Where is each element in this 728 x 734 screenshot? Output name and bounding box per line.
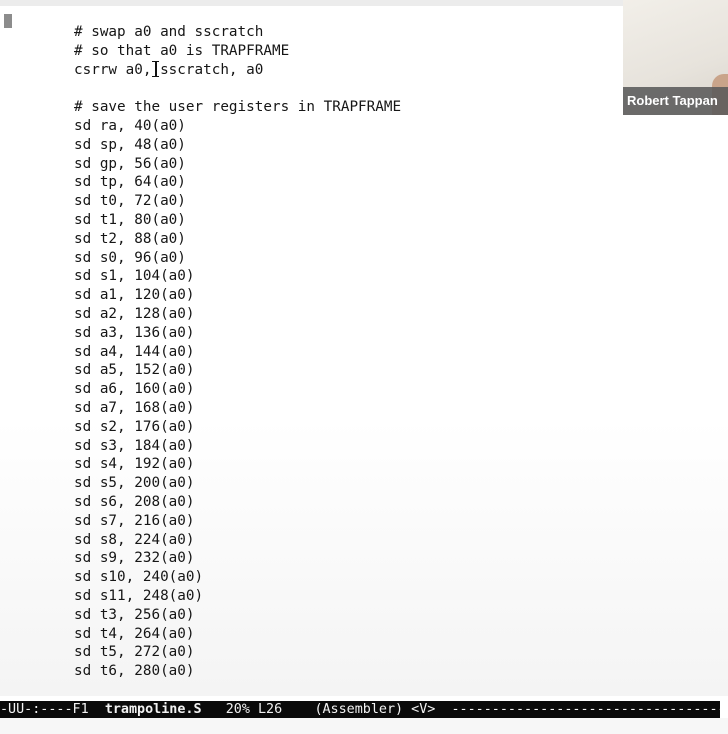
code-line: sd s1, 104(a0) <box>74 268 195 285</box>
code-line: sd s0, 96(a0) <box>74 249 186 266</box>
code-line: sd a2, 128(a0) <box>74 305 195 322</box>
code-line: sd s4, 192(a0) <box>74 456 195 473</box>
code-line: sd a5, 152(a0) <box>74 362 195 379</box>
code-line: sd t5, 272(a0) <box>74 644 195 661</box>
mode-line-buffer-name[interactable]: trampoline.S <box>105 702 202 717</box>
code-line: sd a1, 120(a0) <box>74 287 195 304</box>
code-line: # save the user registers in TRAPFRAME <box>74 99 402 116</box>
mouse-ibeam-cursor <box>152 60 159 78</box>
code-lines: # swap a0 and sscratch # so that a0 is TR… <box>74 23 401 681</box>
code-line: sd s5, 200(a0) <box>74 475 195 492</box>
code-line: sd s7, 216(a0) <box>74 512 195 529</box>
code-line: sd a3, 136(a0) <box>74 324 195 341</box>
fringe-cursor-block <box>4 14 12 28</box>
mode-line-position: 20% L26 <box>201 702 315 717</box>
code-line: sd t4, 264(a0) <box>74 625 195 642</box>
code-line: # so that a0 is TRAPFRAME <box>74 42 290 59</box>
webcam-name-bar: Robert Tappan <box>623 87 728 115</box>
code-line: sd t1, 80(a0) <box>74 211 186 228</box>
code-line: sd s2, 176(a0) <box>74 418 195 435</box>
code-line: # swap a0 and sscratch <box>74 24 264 40</box>
minibuffer[interactable] <box>0 718 728 734</box>
mode-line-fill: ----------------------------------------… <box>451 702 720 717</box>
code-line: csrrw a0, sscratch, a0 <box>74 61 264 78</box>
code-line: sd s8, 224(a0) <box>74 531 195 548</box>
code-line: sd s6, 208(a0) <box>74 493 195 510</box>
code-line: sd s9, 232(a0) <box>74 550 195 567</box>
mode-line-major-mode[interactable]: (Assembler) <V> <box>314 702 435 717</box>
code-line: sd a7, 168(a0) <box>74 399 195 416</box>
mode-line-status: -UU-:----F1 <box>0 702 105 717</box>
code-line: sd s10, 240(a0) <box>74 569 204 586</box>
code-line: sd t6, 280(a0) <box>74 663 195 680</box>
code-line: sd s3, 184(a0) <box>74 437 195 454</box>
webcam-name: Robert Tappan <box>627 93 718 108</box>
code-line: sd ra, 40(a0) <box>74 117 186 134</box>
code-line: sd s11, 248(a0) <box>74 587 204 604</box>
code-line: sd t3, 256(a0) <box>74 606 195 623</box>
code-line: sd a6, 160(a0) <box>74 381 195 398</box>
code-line: sd a4, 144(a0) <box>74 343 195 360</box>
code-line: sd t2, 88(a0) <box>74 230 186 247</box>
code-line: sd gp, 56(a0) <box>74 155 186 172</box>
webcam-overlay: Robert Tappan <box>623 0 728 115</box>
code-line: sd tp, 64(a0) <box>74 174 186 191</box>
code-line: sd t0, 72(a0) <box>74 193 186 210</box>
mode-line: -UU-:----F1 trampoline.S 20% L26 (Assemb… <box>0 701 720 718</box>
code-line: sd sp, 48(a0) <box>74 136 186 153</box>
